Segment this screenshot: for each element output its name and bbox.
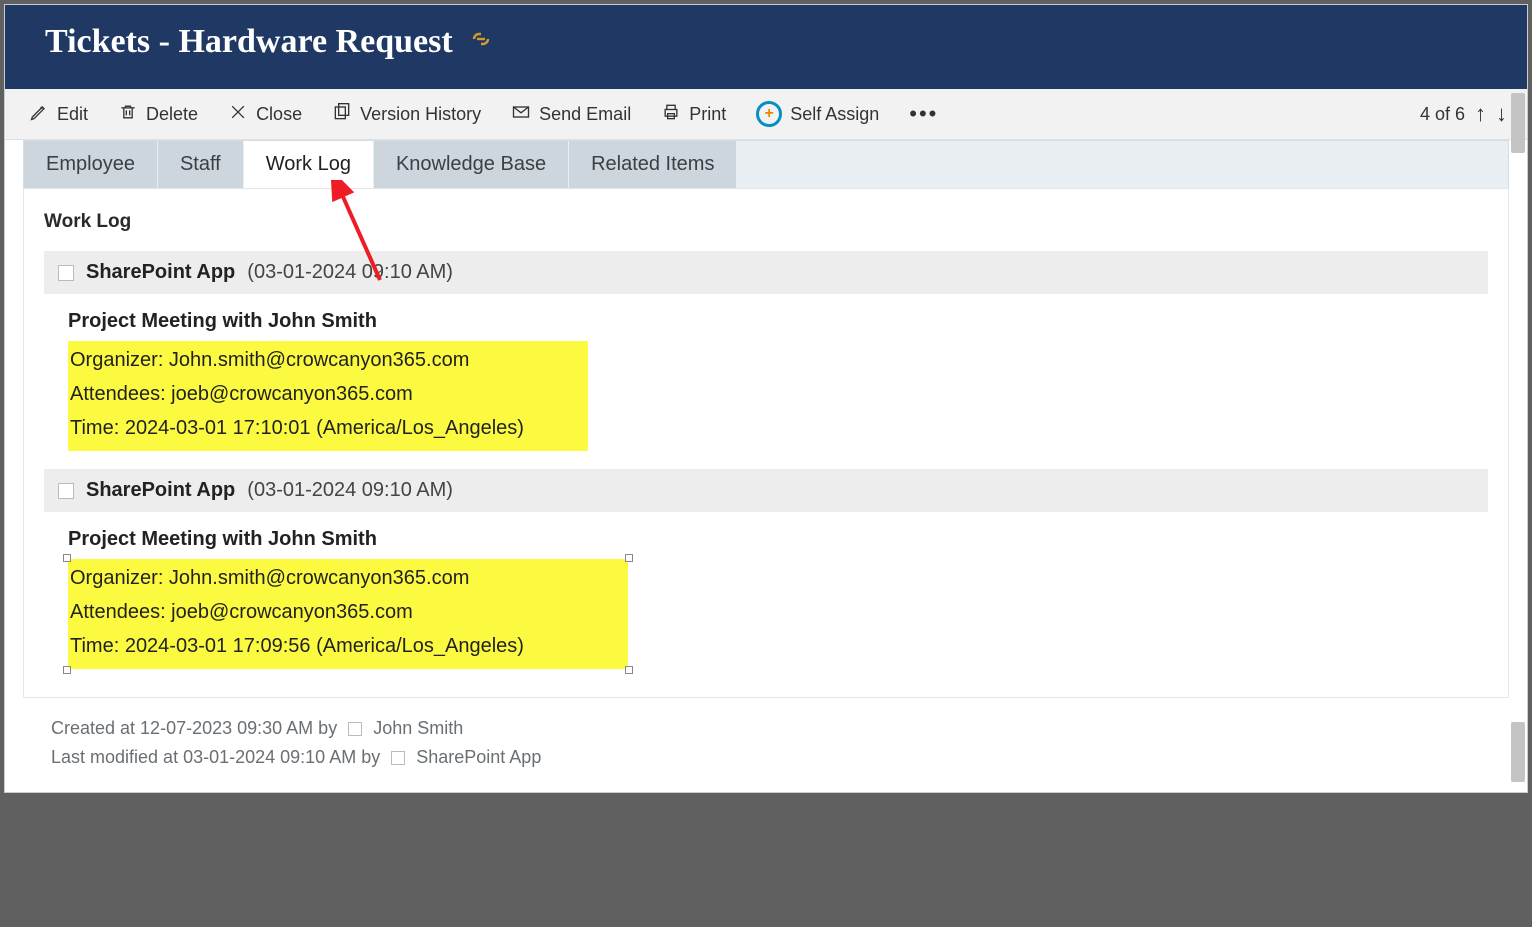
modified-line: Last modified at 03-01-2024 09:10 AM by … (51, 743, 1481, 772)
tab-work-log[interactable]: Work Log (244, 141, 374, 188)
tab-body: Work Log SharePoint App (03-01-2024 09:1… (23, 188, 1509, 698)
tab-employee[interactable]: Employee (24, 141, 158, 188)
tab-bar: Employee Staff Work Log Knowledge Base R… (23, 140, 1509, 188)
entry-organizer: Organizer: John.smith@crowcanyon365.com (70, 561, 622, 595)
print-button[interactable]: Print (657, 96, 730, 133)
presence-indicator (348, 722, 362, 736)
pager: 4 of 6 ↑ ↓ (1420, 101, 1507, 127)
close-label: Close (256, 104, 302, 125)
close-icon (228, 102, 248, 127)
entry-author: SharePoint App (86, 261, 235, 284)
trash-icon (118, 102, 138, 127)
delete-button[interactable]: Delete (114, 96, 202, 133)
entry-meeting-title: Project Meeting with John Smith (68, 304, 1476, 338)
page-title: Tickets - Hardware Request (45, 23, 453, 61)
prev-record-button[interactable]: ↑ (1475, 101, 1486, 127)
ellipsis-icon: ••• (909, 101, 938, 127)
selection-handle[interactable] (625, 554, 633, 562)
edit-label: Edit (57, 104, 88, 125)
modified-prefix: Last modified at 03-01-2024 09:10 AM by (51, 747, 385, 767)
entry-date: (03-01-2024 09:10 AM) (247, 261, 453, 284)
toolbar: Edit Delete Close Version History Send E… (5, 89, 1527, 140)
section-title: Work Log (44, 211, 1488, 233)
entry-time: Time: 2024-03-01 17:09:56 (America/Los_A… (70, 629, 622, 663)
app-window: Tickets - Hardware Request Edit Delete C… (4, 4, 1528, 793)
entry-attendees: Attendees: joeb@crowcanyon365.com (70, 377, 582, 411)
pencil-icon (29, 102, 49, 127)
link-icon[interactable] (469, 29, 493, 55)
tab-knowledge-base[interactable]: Knowledge Base (374, 141, 569, 188)
entry-date: (03-01-2024 09:10 AM) (247, 479, 453, 502)
selection-handle[interactable] (63, 666, 71, 674)
send-email-button[interactable]: Send Email (507, 96, 635, 133)
created-by: John Smith (373, 718, 463, 738)
self-assign-icon (756, 101, 782, 127)
entry-time: Time: 2024-03-01 17:10:01 (America/Los_A… (70, 411, 582, 445)
delete-label: Delete (146, 104, 198, 125)
entry-author: SharePoint App (86, 479, 235, 502)
footer-metadata: Created at 12-07-2023 09:30 AM by John S… (23, 698, 1509, 778)
self-assign-label: Self Assign (790, 104, 879, 125)
created-line: Created at 12-07-2023 09:30 AM by John S… (51, 714, 1481, 743)
header-bar: Tickets - Hardware Request (5, 5, 1527, 89)
log-entry-body: Project Meeting with John Smith Organize… (44, 300, 1488, 469)
more-button[interactable]: ••• (905, 95, 942, 133)
log-entry-header: SharePoint App (03-01-2024 09:10 AM) (44, 469, 1488, 512)
tab-staff[interactable]: Staff (158, 141, 244, 188)
version-history-icon (332, 102, 352, 127)
highlighted-block: Organizer: John.smith@crowcanyon365.com … (68, 341, 588, 451)
selection-handle[interactable] (625, 666, 633, 674)
version-history-label: Version History (360, 104, 481, 125)
entry-checkbox[interactable] (58, 265, 74, 281)
version-history-button[interactable]: Version History (328, 96, 485, 133)
selection-handle[interactable] (63, 554, 71, 562)
entry-checkbox[interactable] (58, 483, 74, 499)
print-label: Print (689, 104, 726, 125)
scrollbar-thumb[interactable] (1511, 722, 1525, 782)
send-email-label: Send Email (539, 104, 631, 125)
print-icon (661, 102, 681, 127)
tab-related-items[interactable]: Related Items (569, 141, 737, 188)
modified-by: SharePoint App (416, 747, 541, 767)
entry-attendees: Attendees: joeb@crowcanyon365.com (70, 595, 622, 629)
scrollbar[interactable] (1511, 93, 1525, 782)
created-prefix: Created at 12-07-2023 09:30 AM by (51, 718, 342, 738)
log-entry-header: SharePoint App (03-01-2024 09:10 AM) (44, 251, 1488, 294)
content-area: Employee Staff Work Log Knowledge Base R… (5, 140, 1527, 792)
entry-meeting-title: Project Meeting with John Smith (68, 522, 1476, 556)
edit-button[interactable]: Edit (25, 96, 92, 133)
presence-indicator (391, 751, 405, 765)
close-button[interactable]: Close (224, 96, 306, 133)
pager-text: 4 of 6 (1420, 104, 1465, 125)
scrollbar-thumb[interactable] (1511, 93, 1525, 153)
self-assign-button[interactable]: Self Assign (752, 95, 883, 133)
log-entry-body: Project Meeting with John Smith Organize… (44, 518, 1488, 687)
entry-organizer: Organizer: John.smith@crowcanyon365.com (70, 343, 582, 377)
next-record-button[interactable]: ↓ (1496, 101, 1507, 127)
mail-icon (511, 102, 531, 127)
highlighted-block-selected: Organizer: John.smith@crowcanyon365.com … (68, 559, 628, 669)
